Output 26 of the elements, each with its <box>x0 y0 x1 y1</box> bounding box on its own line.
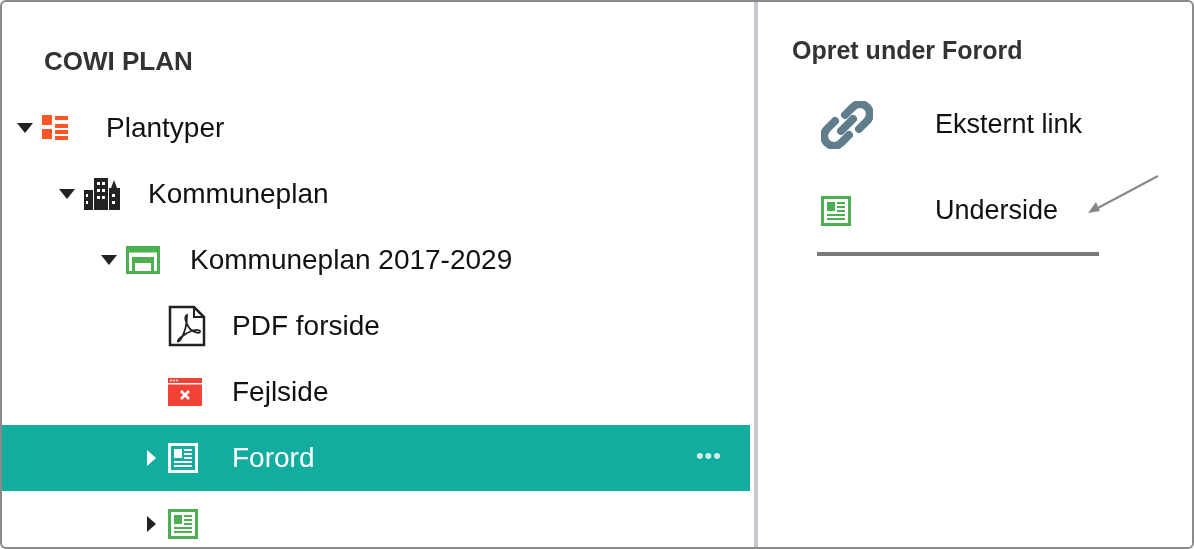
tree-item[interactable]: Plantyper <box>2 95 750 161</box>
pdf-file-icon <box>168 305 206 347</box>
chain-link-icon <box>821 100 873 149</box>
document-page-icon <box>168 443 198 473</box>
caret-icon[interactable] <box>146 516 156 532</box>
tree-item-label: PDF forside <box>232 309 380 343</box>
tree-item[interactable]: PDF forside <box>2 293 750 359</box>
panel-title: Opret under Forord <box>792 35 1023 66</box>
caret-icon[interactable] <box>101 255 117 265</box>
tree-item-label: Fejlside <box>232 375 329 409</box>
tree-item[interactable]: Kommuneplan <box>2 161 750 227</box>
document-page-icon <box>168 509 198 539</box>
sidebar-title: COWI PLAN <box>44 45 193 78</box>
tree-item-label: Kommuneplan <box>148 177 329 211</box>
city-buildings-icon <box>84 178 120 210</box>
error-window-icon <box>168 378 202 406</box>
tree-item-label: Plantyper <box>106 111 225 145</box>
tree-item[interactable]: Fejlside <box>2 359 750 425</box>
tree-item-label: Kommuneplan 2017-2029 <box>190 243 513 277</box>
tree-item[interactable]: Kommuneplan 2017-2029 <box>2 227 750 293</box>
plan-page-icon <box>126 246 160 274</box>
document-page-icon <box>821 195 851 226</box>
create-option[interactable]: Eksternt link <box>817 83 1099 170</box>
plantype-icon <box>42 115 68 141</box>
tree-item-label: Forord <box>232 441 315 475</box>
create-option[interactable]: Underside <box>817 169 1099 256</box>
